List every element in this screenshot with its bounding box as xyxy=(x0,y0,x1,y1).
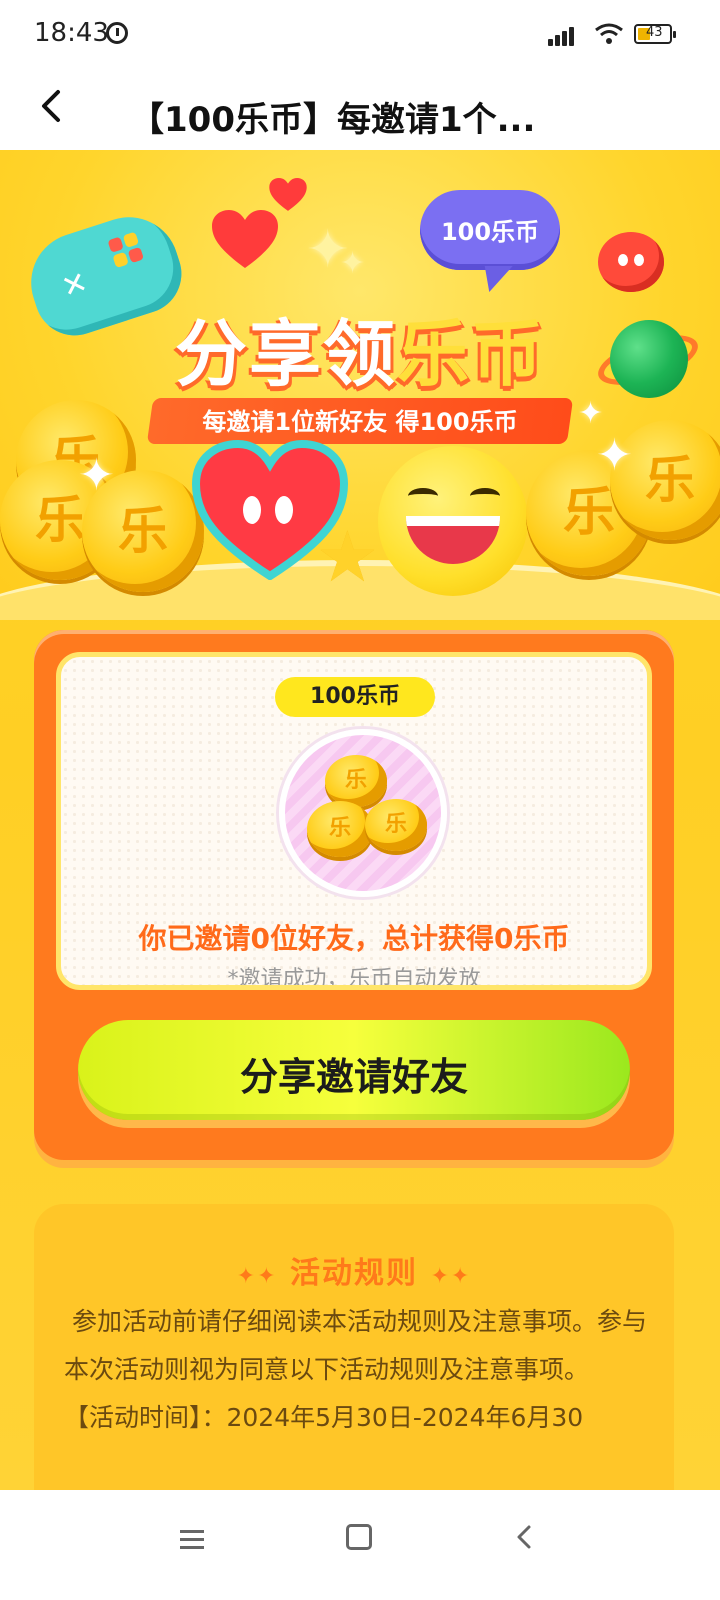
hero-subtitle: 每邀请1位新好友 得100乐币 xyxy=(202,408,518,436)
star-icon: ★ xyxy=(316,516,379,598)
coin-stack-image: 乐 乐 乐 xyxy=(279,729,447,897)
invite-card: 100乐币 乐 乐 乐 你已邀请0位好友，总计获得0乐币 *邀请成功，乐币自动发… xyxy=(34,630,674,1160)
status-time: 18:43 xyxy=(34,18,109,48)
sparkle-icon: ✦✦ xyxy=(236,1264,278,1289)
hero-title-part2: 乐币 xyxy=(397,312,546,396)
heart-icon xyxy=(212,210,278,268)
planet-icon xyxy=(610,320,688,398)
hero-title-part1: 分享领 xyxy=(174,312,397,396)
title-bar: 【100乐币】每邀请1个... xyxy=(0,70,720,150)
chevron-left-icon[interactable] xyxy=(30,80,80,130)
invite-status: 你已邀请0位好友，总计获得0乐币 xyxy=(138,922,570,955)
battery-icon: 43 xyxy=(634,24,676,44)
chat-bubble: 100乐币 xyxy=(420,190,560,270)
share-invite-button[interactable]: 分享邀请好友 xyxy=(78,1020,630,1120)
rules-title: ✦✦ 活动规则 ✦✦ xyxy=(34,1248,674,1292)
smiley-icon xyxy=(378,446,528,596)
page-title: 【100乐币】每邀请1个... xyxy=(130,100,536,140)
alarm-icon xyxy=(106,22,128,44)
hero-banner: ✕ ✦ ✦ 100乐币 分享领乐币 每邀请1位新好友 得100乐币 乐 乐 乐 … xyxy=(0,150,720,620)
rules-section: ✦✦ 活动规则 ✦✦ 参加活动前请仔细阅读本活动规则及注意事项。参与本次活动则视… xyxy=(34,1204,674,1490)
sparkle-icon: ✦ xyxy=(578,396,604,431)
battery-level: 43 xyxy=(646,25,663,40)
rules-title-text: 活动规则 xyxy=(290,1256,418,1291)
reward-panel: 100乐币 乐 乐 乐 你已邀请0位好友，总计获得0乐币 *邀请成功，乐币自动发… xyxy=(56,652,652,990)
heart-icon xyxy=(269,178,307,211)
sparkle-icon: ✦✦ xyxy=(430,1264,472,1289)
sparkle-icon: ✦ xyxy=(340,246,366,281)
system-nav-bar xyxy=(0,1490,720,1600)
coin-icon: 乐 xyxy=(325,755,387,807)
bubble-text: 100乐币 xyxy=(440,218,540,246)
rules-body: 参加活动前请仔细阅读本活动规则及注意事项。参与本次活动则视为同意以下活动规则及注… xyxy=(64,1298,654,1442)
rules-paragraph: 参加活动前请仔细阅读本活动规则及注意事项。参与本次活动则视为同意以下活动规则及注… xyxy=(64,1307,648,1384)
status-bar: 18:43 43 xyxy=(0,0,720,70)
hero-title: 分享领乐币 xyxy=(130,295,590,400)
invite-note: *邀请成功，乐币自动发放 xyxy=(227,967,481,990)
coin-icon: 乐 xyxy=(307,801,373,857)
home-square-icon[interactable] xyxy=(346,1524,372,1550)
rules-time: 【活动时间】：2024年5月30日-2024年6月30 xyxy=(64,1403,584,1432)
share-invite-label: 分享邀请好友 xyxy=(239,1055,468,1099)
reward-badge: 100乐币 xyxy=(275,677,435,717)
sparkle-icon: ✦ xyxy=(596,430,633,481)
sparkle-icon: ✦ xyxy=(78,450,115,501)
menu-icon[interactable] xyxy=(180,1526,206,1552)
page-content[interactable]: ✕ ✦ ✦ 100乐币 分享领乐币 每邀请1位新好友 得100乐币 乐 乐 乐 … xyxy=(0,150,720,1490)
coin-icon: 乐 xyxy=(365,799,427,851)
chat-icon xyxy=(598,232,664,292)
signal-icon xyxy=(548,24,580,46)
wifi-icon xyxy=(595,23,623,44)
back-triangle-icon[interactable] xyxy=(512,1524,538,1550)
